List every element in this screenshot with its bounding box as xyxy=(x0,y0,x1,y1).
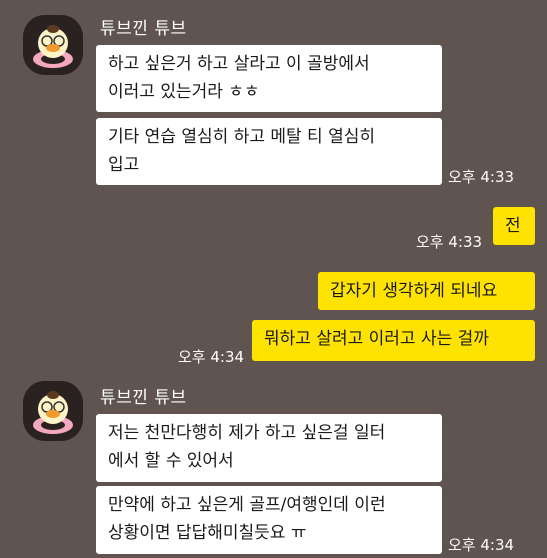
sender-name: 튜브낀 튜브 xyxy=(100,19,187,39)
message-bubble[interactable]: 하고 싶은거 하고 살라고 이 골방에서 이러고 있는거라 ㅎㅎ xyxy=(96,45,442,112)
message-timestamp: 오후 4:33 xyxy=(448,168,515,186)
message-bubble-outgoing[interactable]: 갑자기 생각하게 되네요 xyxy=(318,272,535,310)
message-timestamp: 오후 4:34 xyxy=(178,348,245,366)
message-bubble[interactable]: 기타 연습 열심히 하고 메탈 티 열심히 입고 xyxy=(96,118,442,185)
message-bubble-outgoing[interactable]: 전 xyxy=(493,207,535,245)
duck-character-avatar-icon xyxy=(23,15,83,75)
duck-character-avatar-icon xyxy=(23,381,83,441)
sender-name: 튜브낀 튜브 xyxy=(100,388,187,408)
message-timestamp: 오후 4:33 xyxy=(416,233,483,251)
message-bubble[interactable]: 만약에 하고 싶은게 골프/여행인데 이런 상황이면 답답해미칠듯요 ㅠ xyxy=(96,486,442,554)
message-timestamp: 오후 4:34 xyxy=(448,536,515,554)
message-bubble-outgoing[interactable]: 뭐하고 살려고 이러고 사는 걸까 xyxy=(252,320,535,361)
message-bubble[interactable]: 저는 천만다행히 제가 하고 싶은걸 일터 에서 할 수 있어서 xyxy=(96,414,442,482)
sender-avatar[interactable] xyxy=(23,15,83,75)
sender-avatar[interactable] xyxy=(23,381,83,441)
